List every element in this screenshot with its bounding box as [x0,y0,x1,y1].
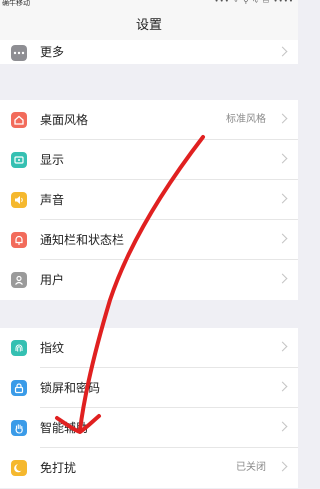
settings-row-notification[interactable]: 通知栏和状态栏 [0,220,298,260]
settings-row-desktop-style[interactable]: 桌面风格 标准风格 [0,100,298,140]
status-icons: ••• ⚬ ⚲ ∿ ▭ •••• [214,0,294,5]
settings-row-user[interactable]: 用户 [0,260,298,300]
settings-row-label: 显示 [40,153,65,167]
settings-row-smart-assist[interactable]: 智能辅助 [0,408,298,448]
chevron-right-icon [277,193,288,204]
title-bar: 设置 [0,8,298,40]
sound-icon [11,192,27,208]
chevron-right-icon [277,46,288,57]
user-icon [11,272,27,288]
settings-row-label: 更多 [40,45,65,59]
status-bar: 确牛移动 ••• ⚬ ⚲ ∿ ▭ •••• [0,0,298,8]
chevron-right-icon [277,233,288,244]
settings-row-label: 锁屏和密码 [40,381,101,395]
chevron-right-icon [277,381,288,392]
hand-icon [11,420,27,436]
settings-row-label: 免打扰 [40,461,77,475]
settings-row-do-not-disturb[interactable]: 免打扰 已关闭 [0,448,298,488]
settings-row-label: 指纹 [40,341,65,355]
settings-row-sound[interactable]: 声音 [0,180,298,220]
settings-row-label: 通知栏和状态栏 [40,233,125,247]
settings-row-label: 桌面风格 [40,113,89,127]
settings-row-display[interactable]: 显示 [0,140,298,180]
lock-icon [11,380,27,396]
chevron-right-icon [277,153,288,164]
settings-group-3: 指纹 锁屏和密码 智能辅助 免打扰 已关闭 [0,328,298,488]
settings-row-value: 标准风格 [226,114,266,125]
moon-icon [11,460,27,476]
settings-group-1: 更多 [0,40,298,64]
settings-row-value: 已关闭 [236,462,266,473]
settings-row-label: 声音 [40,193,65,207]
fingerprint-icon [11,340,27,356]
page-title: 设置 [135,18,162,33]
settings-row-fingerprint[interactable]: 指纹 [0,328,298,368]
settings-row-label: 用户 [40,273,65,287]
chevron-right-icon [277,461,288,472]
settings-row-label: 智能辅助 [40,421,89,435]
home-icon [11,112,27,128]
chevron-right-icon [277,113,288,124]
chevron-right-icon [277,421,288,432]
settings-row-more[interactable]: 更多 [0,40,298,64]
notification-bell-icon [11,232,27,248]
more-icon [11,45,27,61]
settings-group-2: 桌面风格 标准风格 显示 声音 通知栏和状态栏 用户 [0,100,298,300]
settings-row-lockscreen[interactable]: 锁屏和密码 [0,368,298,408]
chevron-right-icon [277,273,288,284]
carrier-label: 确牛移动 [2,0,30,7]
chevron-right-icon [277,341,288,352]
display-icon [11,152,27,168]
